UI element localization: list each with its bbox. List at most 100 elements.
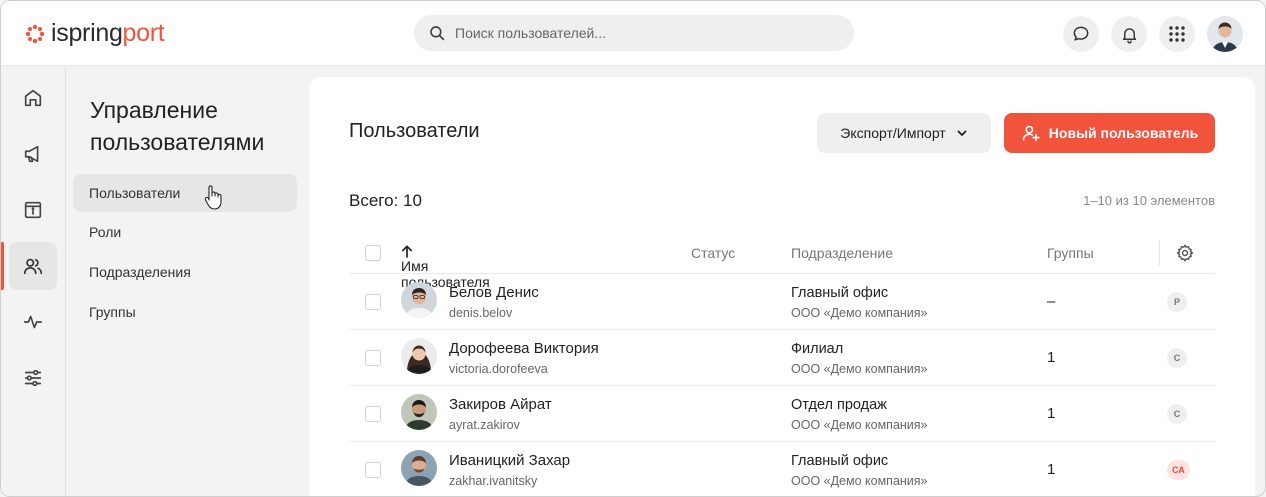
new-user-label: Новый пользователь xyxy=(1048,125,1199,141)
chevron-down-icon xyxy=(957,130,967,136)
hand-cursor-icon xyxy=(204,185,222,210)
subnav-item-label: Подразделения xyxy=(89,264,191,280)
export-import-label: Экспорт/Импорт xyxy=(840,125,946,141)
rail-active-marker xyxy=(1,242,4,290)
logo-text-accent: port xyxy=(122,19,165,47)
activity-icon xyxy=(23,315,43,329)
user-name[interactable]: Иваницкий Захар xyxy=(449,452,570,469)
logo-text-primary: ispring xyxy=(51,19,123,47)
rail-users[interactable] xyxy=(9,242,57,290)
row-checkbox[interactable] xyxy=(365,462,381,478)
user-name[interactable]: Дорофеева Виктория xyxy=(449,340,599,357)
user-groups: 1 xyxy=(1047,349,1056,366)
chat-button[interactable] xyxy=(1063,16,1099,52)
role-badge: С xyxy=(1167,348,1187,368)
total-count: Всего: 10 xyxy=(349,191,422,210)
app-window: ispringport Поиск пользователей... Управ… xyxy=(0,0,1266,497)
column-status-header[interactable]: Статус xyxy=(691,245,735,261)
row-checkbox[interactable] xyxy=(365,406,381,422)
chat-icon xyxy=(1073,26,1089,41)
user-avatar xyxy=(401,338,437,374)
select-all-checkbox[interactable] xyxy=(365,245,381,261)
users-card: Пользователи Экспорт/Импорт Новый пользо… xyxy=(309,77,1255,496)
user-avatar xyxy=(401,450,437,486)
role-badge: СА xyxy=(1167,460,1190,480)
bell-icon xyxy=(1122,27,1136,43)
search-icon xyxy=(430,26,445,41)
user-name[interactable]: Белов Денис xyxy=(449,284,539,301)
user-name[interactable]: Закиров Айрат xyxy=(449,396,552,413)
subnav-item-label: Пользователи xyxy=(89,185,181,201)
notifications-button[interactable] xyxy=(1111,16,1147,52)
arrow-up-icon xyxy=(401,245,413,258)
apps-button[interactable] xyxy=(1159,16,1195,52)
column-name-header[interactable]: Имя пользователя xyxy=(401,245,490,290)
rail-settings[interactable] xyxy=(9,354,57,402)
search-input[interactable] xyxy=(455,25,835,41)
user-department: Отдел продаж xyxy=(791,397,887,413)
search-box[interactable] xyxy=(414,15,854,51)
user-groups: 1 xyxy=(1047,461,1056,478)
ispring-logo-icon xyxy=(25,24,45,43)
subnav-item-label: Роли xyxy=(89,224,122,240)
pagination-info: 1–10 из 10 элементов xyxy=(1083,193,1215,208)
user-department: Филиал xyxy=(791,341,844,357)
user-photo-icon xyxy=(401,450,437,486)
left-rail xyxy=(1,66,66,496)
subnav-item-groups[interactable]: Группы xyxy=(73,293,297,331)
user-photo-icon xyxy=(1207,16,1243,52)
megaphone-icon xyxy=(24,145,39,163)
rail-news[interactable] xyxy=(9,130,57,178)
subnav-item-roles[interactable]: Роли xyxy=(73,213,297,251)
row-checkbox[interactable] xyxy=(365,350,381,366)
user-login: zakhar.ivanitsky xyxy=(449,474,538,488)
user-photo-icon xyxy=(401,394,437,430)
column-groups-header[interactable]: Группы xyxy=(1047,245,1094,261)
user-department: Главный офис xyxy=(791,453,889,469)
gear-icon[interactable] xyxy=(1175,243,1195,263)
new-user-button[interactable]: Новый пользователь xyxy=(1004,113,1215,153)
user-login: victoria.dorofeeva xyxy=(449,362,548,376)
rail-home[interactable] xyxy=(9,74,57,122)
home-icon xyxy=(24,89,42,107)
top-bar: ispringport xyxy=(1,1,1265,66)
table-row[interactable]: Закиров Айрат ayrat.zakirov Отдел продаж… xyxy=(349,386,1215,442)
logo[interactable]: ispringport xyxy=(25,19,165,48)
current-user-avatar[interactable] xyxy=(1207,16,1243,52)
user-avatar xyxy=(401,282,437,318)
user-photo-icon xyxy=(401,338,437,374)
export-import-button[interactable]: Экспорт/Импорт xyxy=(817,113,991,153)
subnav-item-label: Группы xyxy=(89,304,136,320)
user-organization: ООО «Демо компания» xyxy=(791,306,928,320)
column-divider xyxy=(1159,240,1160,266)
user-groups: – xyxy=(1047,293,1056,310)
rail-catalog[interactable] xyxy=(9,186,57,234)
table-header: Имя пользователя Статус Подразделение Гр… xyxy=(349,232,1215,290)
catalog-icon xyxy=(24,201,42,219)
row-checkbox[interactable] xyxy=(365,294,381,310)
user-avatar xyxy=(401,394,437,430)
subnav-item-users[interactable]: Пользователи xyxy=(73,174,297,212)
sliders-icon xyxy=(24,369,42,387)
add-user-icon xyxy=(1022,125,1040,142)
user-login: denis.belov xyxy=(449,306,513,320)
role-badge: С xyxy=(1167,404,1187,424)
table-row[interactable]: Белов Денис denis.belov Главный офис ООО… xyxy=(349,274,1215,330)
subnav-item-departments[interactable]: Подразделения xyxy=(73,253,297,291)
table-row[interactable]: Иваницкий Захар zakhar.ivanitsky Главный… xyxy=(349,442,1215,496)
user-organization: ООО «Демо компания» xyxy=(791,474,928,488)
column-department-header[interactable]: Подразделение xyxy=(791,245,893,261)
user-department: Главный офис xyxy=(791,285,889,301)
section-title: Управление пользователями xyxy=(90,97,265,155)
rail-activity[interactable] xyxy=(9,298,57,346)
users-icon xyxy=(23,258,43,275)
user-login: ayrat.zakirov xyxy=(449,418,520,432)
user-groups: 1 xyxy=(1047,405,1056,422)
user-organization: ООО «Демо компания» xyxy=(791,362,928,376)
table-row[interactable]: Дорофеева Виктория victoria.dorofeeva Фи… xyxy=(349,330,1215,386)
page-title: Пользователи xyxy=(349,120,480,142)
user-photo-icon xyxy=(401,282,437,318)
role-badge: Р xyxy=(1167,292,1187,312)
apps-grid-icon xyxy=(1169,26,1185,42)
section-sidebar: Управление пользователями Пользователи Р… xyxy=(66,66,309,496)
